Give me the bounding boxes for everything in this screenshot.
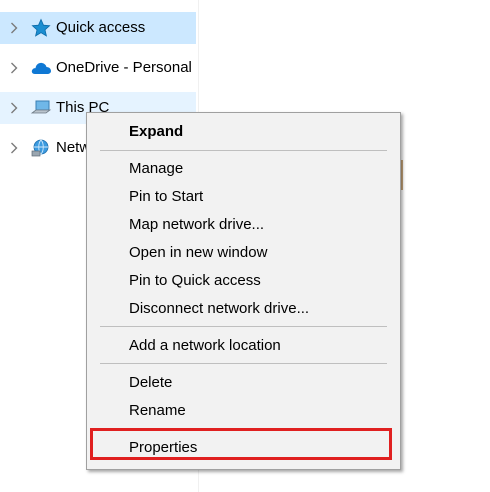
menu-item-label: Manage [129, 160, 184, 177]
menu-item-label: Add a network location [129, 337, 281, 354]
menu-item-rename[interactable]: Rename [87, 397, 400, 425]
menu-item-open-in-new-window[interactable]: Open in new window [87, 239, 400, 267]
chevron-right-icon[interactable] [8, 61, 20, 75]
nav-item-quick-access[interactable]: Quick access [0, 12, 196, 44]
menu-item-manage[interactable]: Manage [87, 155, 400, 183]
menu-item-delete[interactable]: Delete [87, 369, 400, 397]
nav-item-onedrive[interactable]: OneDrive - Personal [0, 52, 196, 84]
nav-item-label: OneDrive - Personal [56, 59, 192, 76]
menu-separator [100, 150, 387, 151]
menu-item-label: Rename [129, 402, 186, 419]
context-menu: Expand Manage Pin to Start Map network d… [86, 112, 401, 470]
menu-item-label: Delete [129, 374, 173, 391]
computer-icon [30, 98, 52, 118]
menu-item-label: Disconnect network drive... [129, 300, 310, 317]
menu-item-label: Pin to Quick access [129, 272, 261, 289]
nav-item-label: Quick access [56, 19, 146, 36]
chevron-right-icon[interactable] [8, 21, 20, 35]
menu-item-add-network-location[interactable]: Add a network location [87, 332, 400, 360]
chevron-right-icon[interactable] [8, 141, 20, 155]
properties-highlight-box [90, 428, 392, 460]
star-icon [30, 18, 52, 38]
menu-item-pin-to-quick-access[interactable]: Pin to Quick access [87, 267, 400, 295]
chevron-right-icon[interactable] [8, 101, 20, 115]
network-icon [30, 138, 52, 158]
menu-item-pin-to-start[interactable]: Pin to Start [87, 183, 400, 211]
menu-item-map-network-drive[interactable]: Map network drive... [87, 211, 400, 239]
menu-item-disconnect-network-drive[interactable]: Disconnect network drive... [87, 295, 400, 323]
menu-item-label: Pin to Start [129, 188, 204, 205]
menu-item-label: Open in new window [129, 244, 268, 261]
menu-item-expand[interactable]: Expand [87, 118, 400, 146]
menu-item-label: Expand [129, 123, 184, 140]
menu-separator [100, 363, 387, 364]
onedrive-cloud-icon [30, 58, 52, 78]
menu-item-label: Map network drive... [129, 216, 265, 233]
menu-separator [100, 326, 387, 327]
